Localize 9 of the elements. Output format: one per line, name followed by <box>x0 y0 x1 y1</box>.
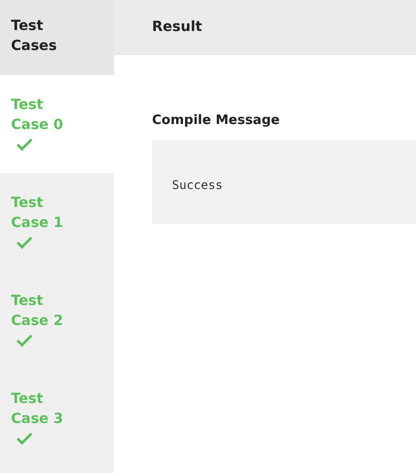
check-icon <box>16 138 33 151</box>
result-title: Result <box>152 18 202 37</box>
check-icon <box>16 236 33 249</box>
check-icon <box>16 334 33 347</box>
test-case-tab[interactable]: Test Case 0 <box>0 75 114 173</box>
compile-message-heading: Compile Message <box>152 113 281 128</box>
sidebar-title: Test Cases <box>11 17 58 56</box>
check-icon <box>16 432 33 445</box>
compile-message-text: Success <box>172 178 223 192</box>
